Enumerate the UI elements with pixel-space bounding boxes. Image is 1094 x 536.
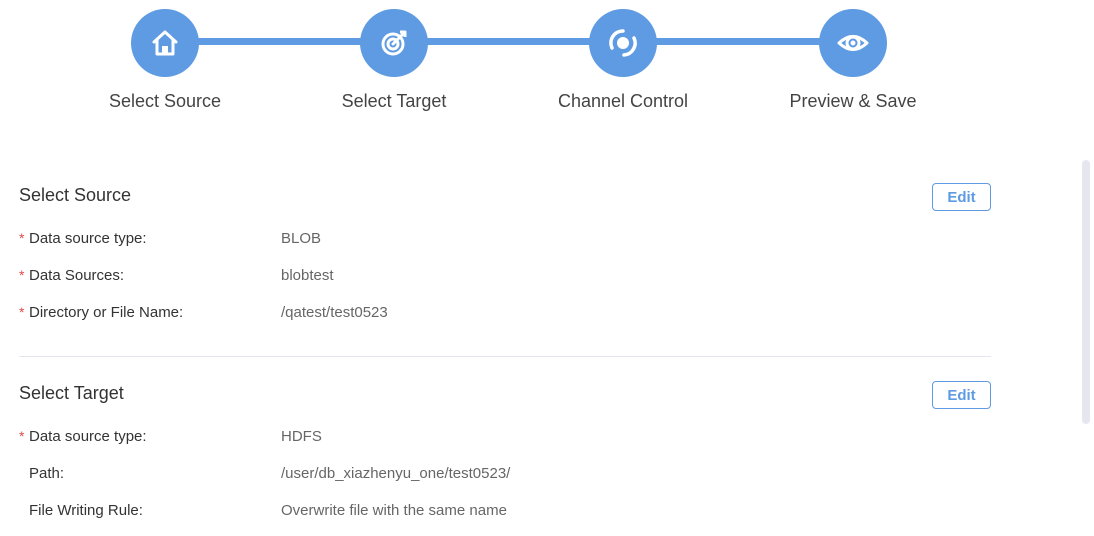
step-select-source[interactable]: Select Source [65, 9, 265, 112]
field-value: Overwrite file with the same name [281, 502, 507, 519]
vertical-scrollbar[interactable] [1082, 160, 1090, 424]
wizard-stepper: Select Source Select Target Channel Cont… [0, 0, 1094, 130]
field-label: File Writing Rule: [29, 502, 143, 519]
field-value: BLOB [281, 230, 322, 247]
field-row: Path: /user/db_xiazhenyu_one/test0523/ [19, 465, 991, 485]
step-circle [819, 9, 887, 77]
required-marker: * [19, 428, 25, 444]
channel-control-icon [609, 29, 637, 57]
field-row: * Directory or File Name: /qatest/test05… [19, 304, 991, 324]
section-title: Select Target [19, 383, 124, 403]
edit-target-button[interactable]: Edit [932, 381, 991, 409]
field-label: Data source type: [29, 428, 147, 445]
step-circle [131, 9, 199, 77]
stepper-connector-line [165, 38, 853, 45]
field-row: * Data Sources: blobtest [19, 267, 991, 287]
step-circle [360, 9, 428, 77]
source-section: Select Source Edit * Data source type: B… [19, 183, 991, 325]
field-label: Data source type: [29, 230, 147, 247]
target-section: Select Target Edit * Data source type: H… [19, 381, 991, 523]
section-divider [19, 356, 991, 357]
field-label: Directory or File Name: [29, 304, 184, 321]
step-label: Preview & Save [789, 91, 917, 111]
step-label: Select Source [108, 91, 222, 111]
edit-source-button[interactable]: Edit [932, 183, 991, 211]
target-icon [381, 30, 407, 56]
step-channel-control[interactable]: Channel Control [523, 9, 723, 112]
field-value: /user/db_xiazhenyu_one/test0523/ [281, 465, 511, 482]
field-row: * Data source type: HDFS [19, 428, 991, 448]
required-marker: * [19, 230, 25, 246]
field-value: /qatest/test0523 [281, 304, 388, 321]
section-title: Select Source [19, 185, 132, 205]
field-value: HDFS [281, 428, 322, 445]
eye-icon [837, 35, 869, 51]
required-marker: * [19, 304, 25, 320]
field-label: Path: [29, 465, 65, 482]
required-marker: * [19, 267, 25, 283]
step-preview-save[interactable]: Preview & Save [753, 9, 953, 112]
field-row: File Writing Rule: Overwrite file with t… [19, 502, 991, 522]
field-row: * Data source type: BLOB [19, 230, 991, 250]
step-label: Select Target [341, 91, 447, 111]
home-icon [152, 30, 178, 56]
step-circle [589, 9, 657, 77]
step-label: Channel Control [557, 91, 689, 111]
field-label: Data Sources: [29, 267, 125, 284]
step-select-target[interactable]: Select Target [294, 9, 494, 112]
field-value: blobtest [281, 267, 334, 284]
